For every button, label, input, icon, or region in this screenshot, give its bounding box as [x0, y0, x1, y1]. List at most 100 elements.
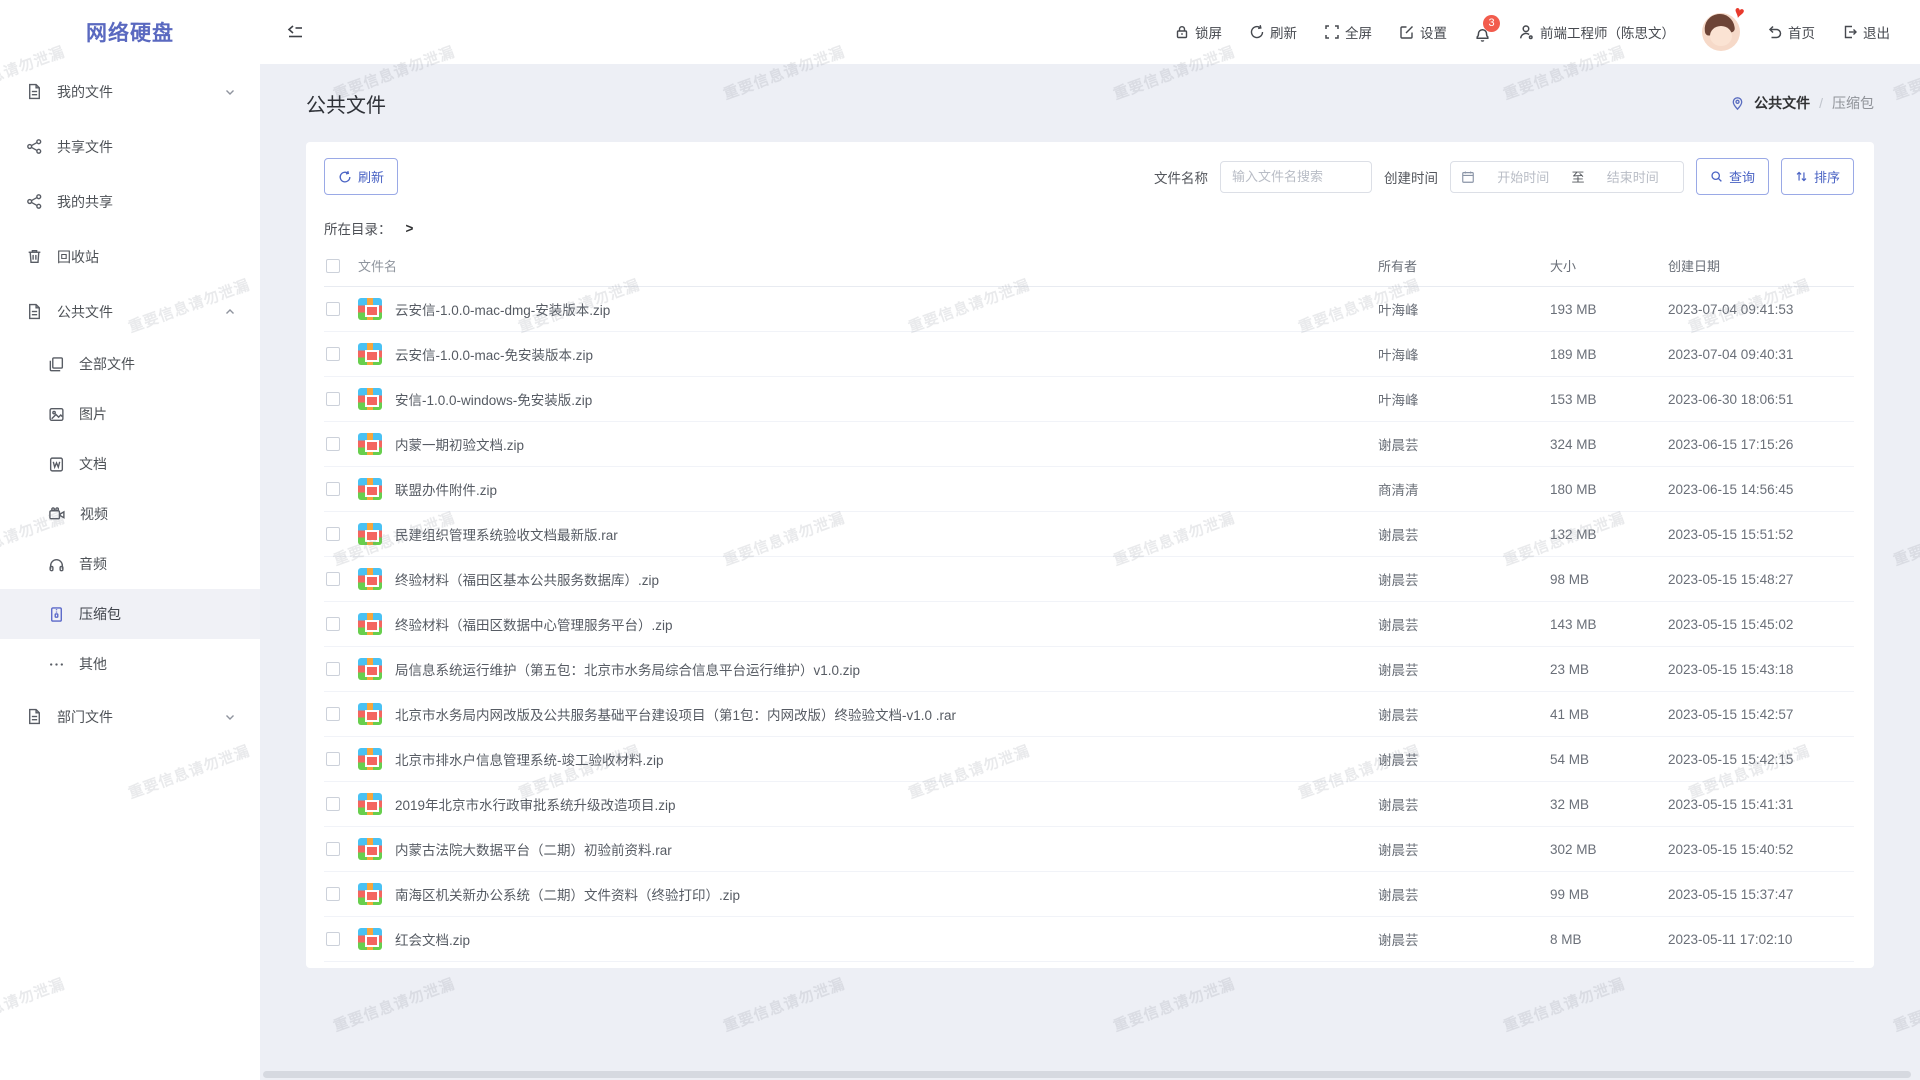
end-time-placeholder[interactable]: 结束时间 — [1592, 167, 1673, 186]
sidebar-item-recycle-bin[interactable]: 回收站 — [0, 229, 260, 284]
file-size: 132 MB — [1550, 527, 1668, 542]
files-icon — [48, 356, 65, 373]
sidebar-collapse-icon[interactable] — [286, 24, 304, 40]
refresh-list-button[interactable]: 刷新 — [324, 158, 398, 195]
file-size: 193 MB — [1550, 302, 1668, 317]
avatar[interactable]: ♥ — [1702, 13, 1740, 51]
zip-file-icon — [358, 883, 382, 905]
date-range-picker[interactable]: 开始时间 至 结束时间 — [1450, 161, 1684, 193]
sidebar-item-others[interactable]: 其他 — [0, 639, 260, 689]
refresh-icon — [338, 170, 352, 184]
row-checkbox[interactable] — [326, 572, 340, 586]
row-checkbox[interactable] — [326, 707, 340, 721]
row-checkbox[interactable] — [326, 392, 340, 406]
sidebar-item-images[interactable]: 图片 — [0, 389, 260, 439]
logout-button[interactable]: 退出 — [1842, 22, 1890, 42]
query-button[interactable]: 查询 — [1696, 158, 1769, 195]
row-checkbox[interactable] — [326, 752, 340, 766]
column-size: 大小 — [1550, 256, 1668, 275]
table-row: 红会文档.zip 谢晨芸 8 MB 2023-05-11 17:02:10 — [324, 917, 1854, 962]
user-menu[interactable]: 前端工程师（陈思文） — [1518, 22, 1675, 42]
file-name-link[interactable]: 终验材料（福田区基本公共服务数据库）.zip — [395, 569, 659, 589]
undo-arrow-icon — [1767, 24, 1783, 40]
zip-file-icon — [358, 568, 382, 590]
chevron-down-icon — [224, 86, 236, 98]
row-checkbox[interactable] — [326, 797, 340, 811]
file-name-link[interactable]: 2019年北京市水行政审批系统升级改造项目.zip — [395, 794, 676, 814]
horizontal-scrollbar[interactable] — [263, 1071, 1911, 1078]
row-checkbox[interactable] — [326, 842, 340, 856]
row-checkbox[interactable] — [326, 482, 340, 496]
file-size: 324 MB — [1550, 437, 1668, 452]
sidebar-item-audio[interactable]: 音频 — [0, 539, 260, 589]
sidebar-item-all-files[interactable]: 全部文件 — [0, 339, 260, 389]
file-size: 23 MB — [1550, 662, 1668, 677]
sidebar-item-department-files[interactable]: 部门文件 — [0, 689, 260, 744]
file-created-date: 2023-05-15 15:41:31 — [1668, 797, 1854, 812]
file-owner: 谢晨芸 — [1378, 749, 1550, 769]
lock-screen-button[interactable]: 锁屏 — [1174, 22, 1222, 42]
notifications-button[interactable]: 3 — [1474, 26, 1491, 43]
sidebar-item-public-files[interactable]: 公共文件 — [0, 284, 260, 339]
table-row: 终验材料（福田区基本公共服务数据库）.zip 谢晨芸 98 MB 2023-05… — [324, 557, 1854, 602]
settings-button[interactable]: 设置 — [1399, 22, 1447, 42]
sidebar-item-documents[interactable]: 文档 — [0, 439, 260, 489]
home-button[interactable]: 首页 — [1767, 22, 1815, 42]
refresh-screen-button[interactable]: 刷新 — [1249, 22, 1297, 42]
file-name-link[interactable]: 局信息系统运行维护（第五包：北京市水务局综合信息平台运行维护）v1.0.zip — [395, 659, 860, 679]
row-checkbox[interactable] — [326, 932, 340, 946]
row-checkbox[interactable] — [326, 662, 340, 676]
file-size: 32 MB — [1550, 797, 1668, 812]
file-owner: 谢晨芸 — [1378, 929, 1550, 949]
sidebar-item-my-shares[interactable]: 我的共享 — [0, 174, 260, 229]
column-file-name: 文件名 — [358, 256, 1378, 275]
row-checkbox[interactable] — [326, 617, 340, 631]
file-owner: 叶海峰 — [1378, 344, 1550, 364]
select-all-checkbox[interactable] — [326, 259, 340, 273]
filename-search-input[interactable] — [1220, 161, 1372, 193]
file-created-date: 2023-06-15 14:56:45 — [1668, 482, 1854, 497]
file-name-link[interactable]: 终验材料（福田区数据中心管理服务平台）.zip — [395, 614, 673, 634]
sidebar-item-my-files[interactable]: 我的文件 — [0, 64, 260, 119]
sidebar-item-shared-files[interactable]: 共享文件 — [0, 119, 260, 174]
file-name-link[interactable]: 内蒙一期初验文档.zip — [395, 434, 524, 454]
file-name-link[interactable]: 云安信-1.0.0-mac-免安装版本.zip — [395, 344, 593, 364]
file-name-link[interactable]: 南海区机关新办公系统（二期）文件资料（终验打印）.zip — [395, 884, 740, 904]
filename-filter-label: 文件名称 — [1154, 167, 1208, 187]
start-time-placeholder[interactable]: 开始时间 — [1483, 167, 1564, 186]
file-name-link[interactable]: 云安信-1.0.0-mac-dmg-安装版本.zip — [395, 299, 610, 319]
table-row: 局信息系统运行维护（第五包：北京市水务局综合信息平台运行维护）v1.0.zip … — [324, 647, 1854, 692]
row-checkbox[interactable] — [326, 302, 340, 316]
page-title: 公共文件 — [306, 89, 386, 118]
table-row: 内蒙一期初验文档.zip 谢晨芸 324 MB 2023-06-15 17:15… — [324, 422, 1854, 467]
breadcrumb-root[interactable]: 公共文件 — [1754, 93, 1810, 113]
settings-icon — [1399, 24, 1415, 40]
file-owner: 谢晨芸 — [1378, 434, 1550, 454]
table-row: 2019年北京市水行政审批系统升级改造项目.zip 谢晨芸 32 MB 2023… — [324, 782, 1854, 827]
sidebar-item-videos[interactable]: 视频 — [0, 489, 260, 539]
sidebar-item-archives[interactable]: 压缩包 — [0, 589, 260, 639]
row-checkbox[interactable] — [326, 347, 340, 361]
row-checkbox[interactable] — [326, 437, 340, 451]
file-name-link[interactable]: 北京市排水户信息管理系统-竣工验收材料.zip — [395, 749, 664, 769]
directory-root-arrow[interactable]: > — [406, 221, 414, 236]
file-created-date: 2023-07-04 09:41:53 — [1668, 302, 1854, 317]
file-name-link[interactable]: 民建组织管理系统验收文档最新版.rar — [395, 524, 618, 544]
row-checkbox[interactable] — [326, 527, 340, 541]
fullscreen-button[interactable]: 全屏 — [1324, 22, 1372, 42]
file-name-link[interactable]: 内蒙古法院大数据平台（二期）初验前资料.rar — [395, 839, 672, 859]
file-name-link[interactable]: 红会文档.zip — [395, 929, 470, 949]
table-header: 文件名 所有者 大小 创建日期 — [324, 245, 1854, 287]
file-name-link[interactable]: 安信-1.0.0-windows-免安装版.zip — [395, 389, 592, 409]
file-name-link[interactable]: 联盟办件附件.zip — [395, 479, 497, 499]
calendar-icon — [1461, 170, 1475, 184]
file-created-date: 2023-05-15 15:48:27 — [1668, 572, 1854, 587]
file-name-link[interactable]: 北京市水务局内网改版及公共服务基础平台建设项目（第1包：内网改版）终验验文档-v… — [395, 704, 956, 724]
file-owner: 谢晨芸 — [1378, 839, 1550, 859]
user-name: 前端工程师（陈思文） — [1540, 22, 1675, 42]
row-checkbox[interactable] — [326, 887, 340, 901]
zip-file-icon — [358, 703, 382, 725]
table-row: 南海区机关新办公系统（二期）文件资料（终验打印）.zip 谢晨芸 99 MB 2… — [324, 872, 1854, 917]
video-camera-icon — [48, 506, 66, 523]
sort-button[interactable]: 排序 — [1781, 158, 1854, 195]
